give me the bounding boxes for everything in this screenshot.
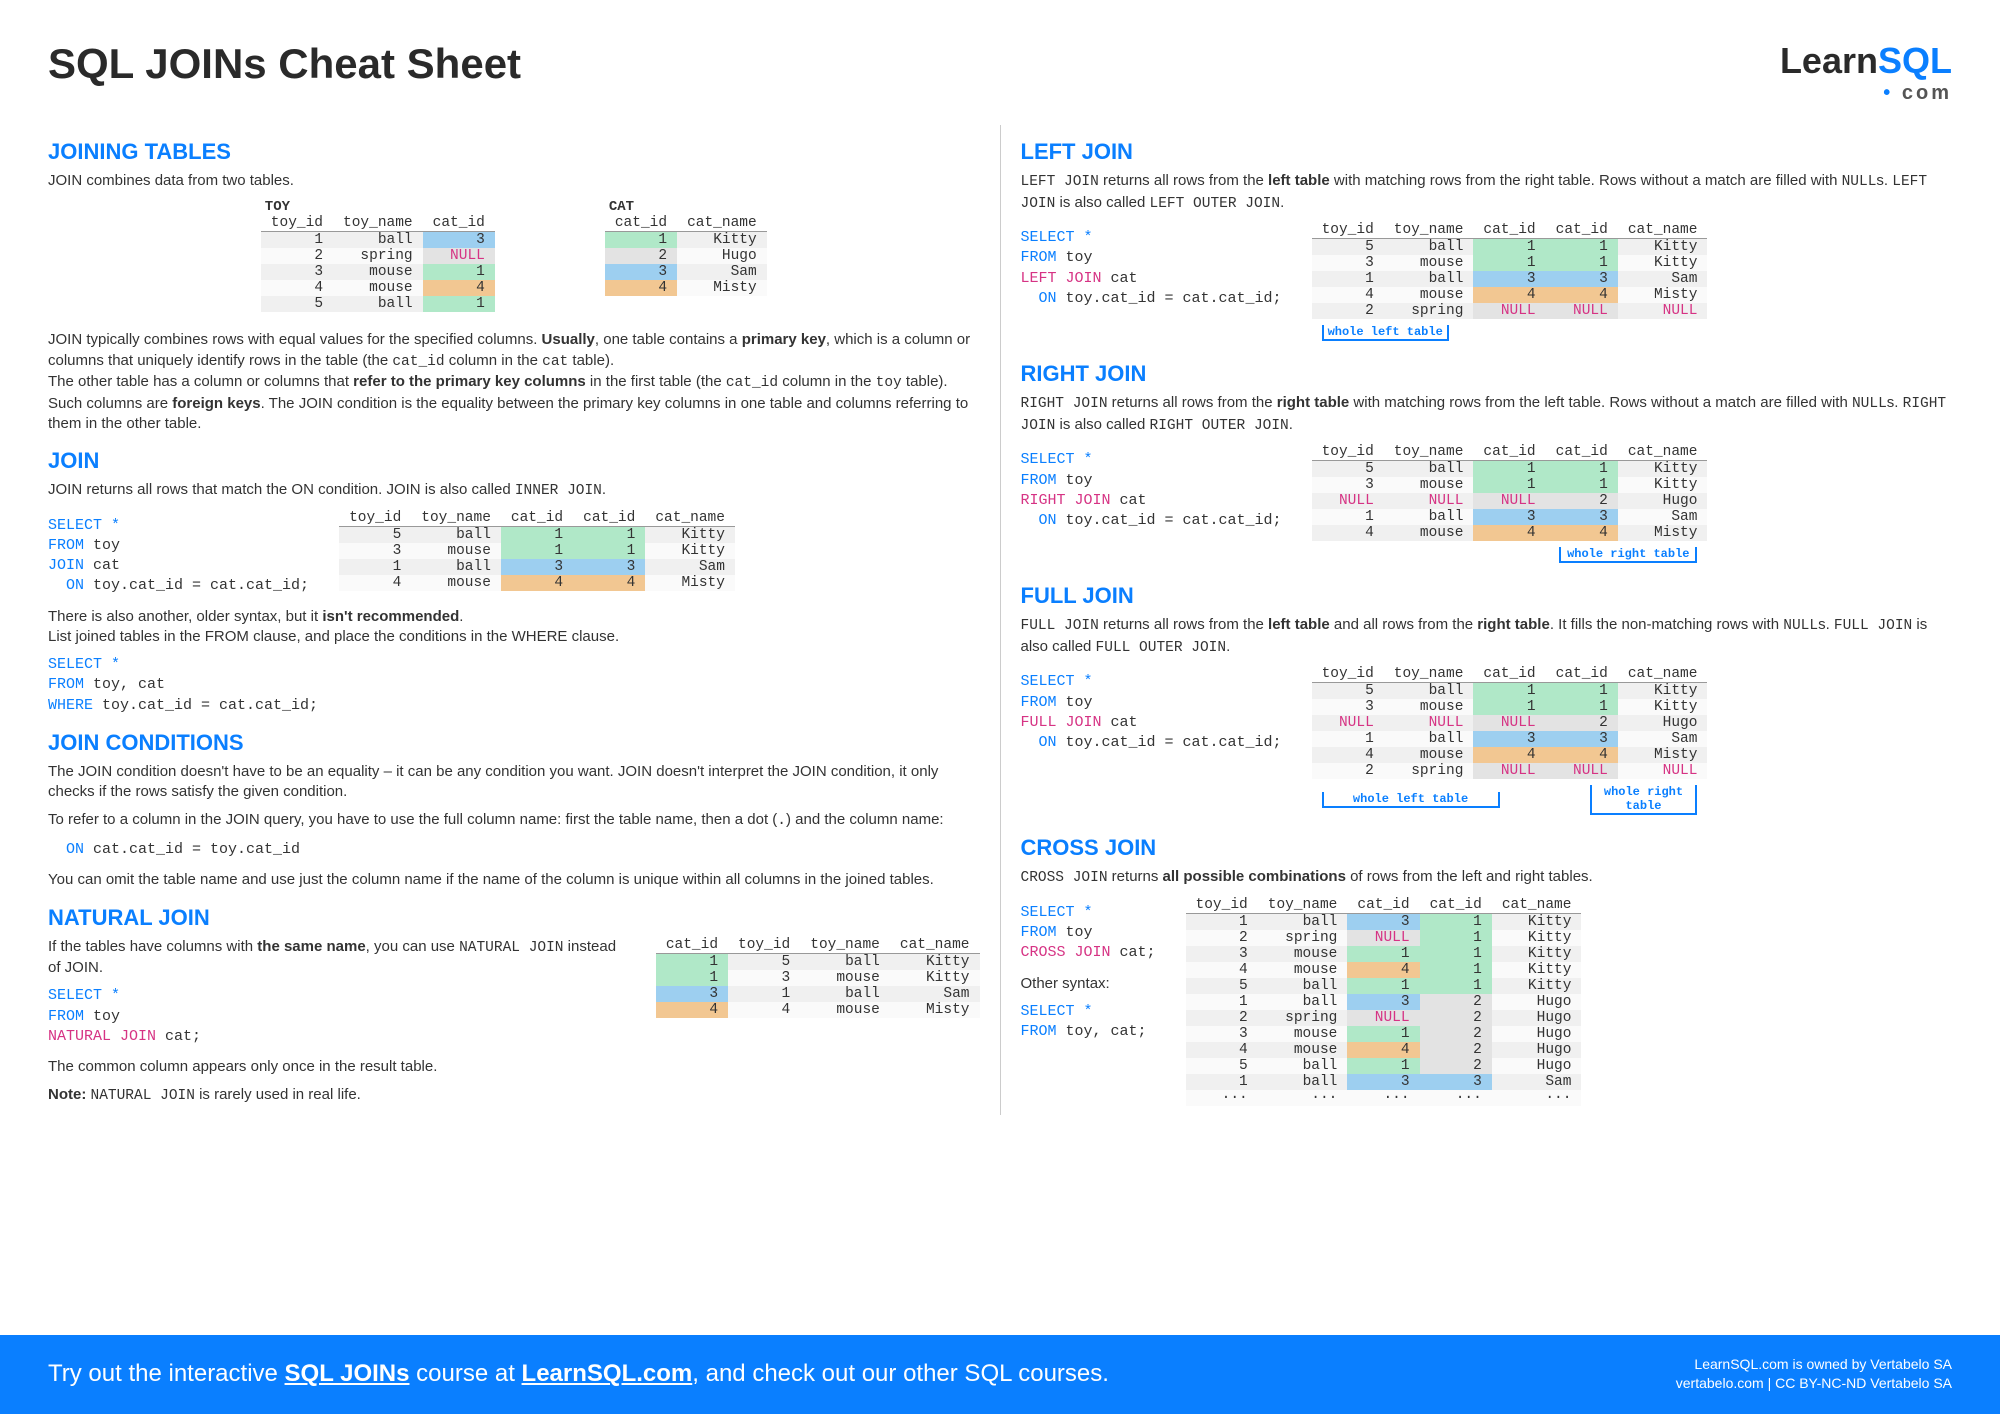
footer: Try out the interactive SQL JOINs course…	[0, 1335, 2000, 1414]
heading-natural-join: NATURAL JOIN	[48, 905, 980, 931]
heading-right-join: RIGHT JOIN	[1021, 361, 1953, 387]
conditions-p2: To refer to a column in the JOIN query, …	[48, 810, 980, 832]
heading-left-join: LEFT JOIN	[1021, 139, 1953, 165]
leftjoin-result-table: toy_idtoy_namecat_idcat_idcat_name5ball1…	[1312, 222, 1708, 319]
page-title: SQL JOINs Cheat Sheet	[48, 40, 521, 88]
crossjoin-other-label: Other syntax:	[1021, 974, 1156, 994]
intro-text: JOIN combines data from two tables.	[48, 171, 980, 191]
left-column: JOINING TABLES JOIN combines data from t…	[48, 125, 1001, 1115]
footer-legal: LearnSQL.com is owned by Vertabelo SA ve…	[1676, 1355, 1952, 1394]
join-desc: JOIN returns all rows that match the ON …	[48, 480, 980, 502]
natural-p2: The common column appears only once in t…	[48, 1057, 980, 1077]
footer-link-site[interactable]: LearnSQL.com	[522, 1360, 693, 1387]
fulljoin-desc: FULL JOIN returns all rows from the left…	[1021, 615, 1953, 658]
rightjoin-desc: RIGHT JOIN returns all rows from the rig…	[1021, 393, 1953, 436]
footer-link-course[interactable]: SQL JOINs	[285, 1360, 410, 1387]
fulljoin-sql: SELECT * FROM toy FULL JOIN cat ON toy.c…	[1021, 672, 1282, 753]
crossjoin-desc: CROSS JOIN returns all possible combinat…	[1021, 867, 1953, 889]
crossjoin-sql: SELECT * FROM toy CROSS JOIN cat;	[1021, 903, 1156, 964]
toy-table-block: TOY toy_idtoy_namecat_id1ball32springNUL…	[261, 199, 495, 318]
footer-cta: Try out the interactive SQL JOINs course…	[48, 1360, 1109, 1388]
heading-join-conditions: JOIN CONDITIONS	[48, 730, 980, 756]
joining-tables-para1: JOIN typically combines rows with equal …	[48, 330, 980, 434]
conditions-p3: You can omit the table name and use just…	[48, 870, 980, 890]
crossjoin-sql2: SELECT * FROM toy, cat;	[1021, 1002, 1156, 1043]
brand-logo: LearnSQL • com	[1780, 40, 1952, 105]
join-result-table: toy_idtoy_namecat_idcat_idcat_name5ball1…	[339, 510, 735, 591]
rightjoin-result-table: toy_idtoy_namecat_idcat_idcat_name5ball1…	[1312, 444, 1708, 541]
heading-joining-tables: JOINING TABLES	[48, 139, 980, 165]
crossjoin-result-table: toy_idtoy_namecat_idcat_idcat_name1ball3…	[1186, 897, 1582, 1106]
leftjoin-desc: LEFT JOIN returns all rows from the left…	[1021, 171, 1953, 214]
natural-sql: SELECT * FROM toy NATURAL JOIN cat;	[48, 986, 626, 1047]
natural-p1: If the tables have columns with the same…	[48, 937, 626, 979]
leftjoin-sql: SELECT * FROM toy LEFT JOIN cat ON toy.c…	[1021, 228, 1282, 309]
heading-cross-join: CROSS JOIN	[1021, 835, 1953, 861]
natural-p3: Note: NATURAL JOIN is rarely used in rea…	[48, 1085, 980, 1107]
join-sql: SELECT * FROM toy JOIN cat ON toy.cat_id…	[48, 516, 309, 597]
heading-join: JOIN	[48, 448, 980, 474]
right-column: LEFT JOIN LEFT JOIN returns all rows fro…	[1001, 125, 1953, 1115]
fulljoin-result-table: toy_idtoy_namecat_idcat_idcat_name5ball1…	[1312, 666, 1708, 779]
conditions-code: ON cat.cat_id = toy.cat_id	[48, 840, 980, 860]
join-sql-old: SELECT * FROM toy, cat WHERE toy.cat_id …	[48, 655, 980, 716]
cat-table-block: CAT cat_idcat_name1Kitty2Hugo3Sam4Misty	[605, 199, 767, 318]
rightjoin-sql: SELECT * FROM toy RIGHT JOIN cat ON toy.…	[1021, 450, 1282, 531]
conditions-p1: The JOIN condition doesn't have to be an…	[48, 762, 980, 803]
join-note: There is also another, older syntax, but…	[48, 607, 980, 648]
natural-result-table: cat_idtoy_idtoy_namecat_name15ballKitty1…	[656, 937, 980, 1018]
heading-full-join: FULL JOIN	[1021, 583, 1953, 609]
